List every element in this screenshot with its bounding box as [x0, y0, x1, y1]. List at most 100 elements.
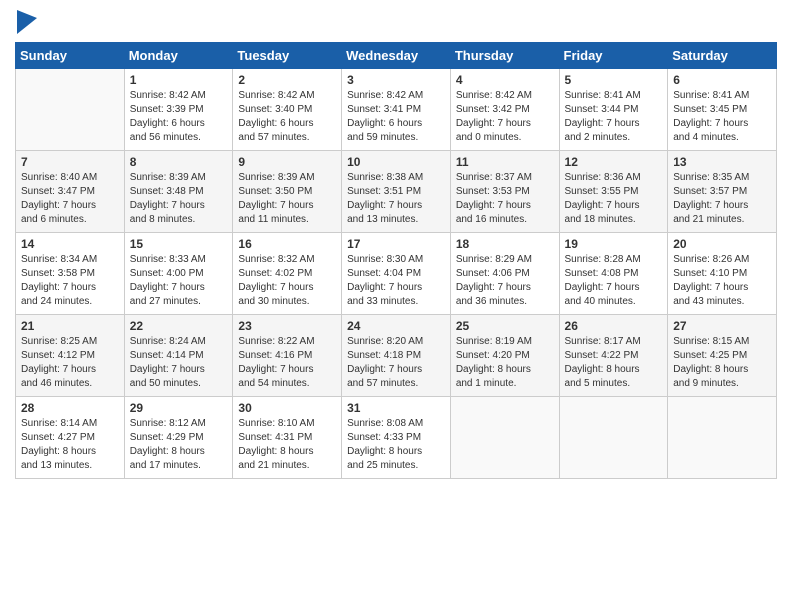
day-number: 8	[130, 155, 228, 169]
day-info: Sunrise: 8:35 AM Sunset: 3:57 PM Dayligh…	[673, 171, 771, 227]
header	[15, 10, 777, 34]
day-info: Sunrise: 8:34 AM Sunset: 3:58 PM Dayligh…	[21, 253, 119, 309]
calendar-cell: 23Sunrise: 8:22 AM Sunset: 4:16 PM Dayli…	[233, 315, 342, 397]
calendar-cell: 6 Sunrise: 8:41 AM Sunset: 3:45 PM Daylig…	[668, 69, 777, 151]
day-number: 15	[130, 237, 228, 251]
day-info: Sunrise: 8:42 AM Sunset: 3:41 PM Dayligh…	[347, 89, 445, 145]
day-number: 24	[347, 319, 445, 333]
day-number: 29	[130, 401, 228, 415]
day-header-sunday: Sunday	[16, 43, 125, 69]
calendar-cell: 5 Sunrise: 8:41 AM Sunset: 3:44 PM Daylig…	[559, 69, 668, 151]
day-info: Sunrise: 8:17 AM Sunset: 4:22 PM Dayligh…	[565, 335, 663, 391]
header-row: SundayMondayTuesdayWednesdayThursdayFrid…	[16, 43, 777, 69]
day-info: Sunrise: 8:39 AM Sunset: 3:50 PM Dayligh…	[238, 171, 336, 227]
day-number: 2	[238, 73, 336, 87]
day-number: 26	[565, 319, 663, 333]
day-info: Sunrise: 8:29 AM Sunset: 4:06 PM Dayligh…	[456, 253, 554, 309]
day-info: Sunrise: 8:30 AM Sunset: 4:04 PM Dayligh…	[347, 253, 445, 309]
day-number: 13	[673, 155, 771, 169]
day-info: Sunrise: 8:22 AM Sunset: 4:16 PM Dayligh…	[238, 335, 336, 391]
day-number: 22	[130, 319, 228, 333]
day-info: Sunrise: 8:42 AM Sunset: 3:40 PM Dayligh…	[238, 89, 336, 145]
day-number: 3	[347, 73, 445, 87]
calendar-cell: 22 Sunrise: 8:24 AM Sunset: 4:14 PM Dayli…	[124, 315, 233, 397]
day-number: 17	[347, 237, 445, 251]
day-header-friday: Friday	[559, 43, 668, 69]
day-header-monday: Monday	[124, 43, 233, 69]
day-number: 28	[21, 401, 119, 415]
day-number: 14	[21, 237, 119, 251]
day-info: Sunrise: 8:12 AM Sunset: 4:29 PM Dayligh…	[130, 417, 228, 473]
calendar-cell: 12 Sunrise: 8:36 AM Sunset: 3:55 PM Dayli…	[559, 151, 668, 233]
day-number: 18	[456, 237, 554, 251]
day-info: Sunrise: 8:33 AM Sunset: 4:00 PM Dayligh…	[130, 253, 228, 309]
day-number: 4	[456, 73, 554, 87]
calendar-cell	[668, 397, 777, 479]
calendar-cell: 15 Sunrise: 8:33 AM Sunset: 4:00 PM Dayli…	[124, 233, 233, 315]
calendar-table: SundayMondayTuesdayWednesdayThursdayFrid…	[15, 42, 777, 479]
calendar-cell: 17 Sunrise: 8:30 AM Sunset: 4:04 PM Dayli…	[342, 233, 451, 315]
logo-icon	[17, 10, 37, 34]
day-info: Sunrise: 8:37 AM Sunset: 3:53 PM Dayligh…	[456, 171, 554, 227]
calendar-cell	[559, 397, 668, 479]
calendar-cell: 20 Sunrise: 8:26 AM Sunset: 4:10 PM Dayli…	[668, 233, 777, 315]
week-row-3: 14 Sunrise: 8:34 AM Sunset: 3:58 PM Dayli…	[16, 233, 777, 315]
week-row-2: 7Sunrise: 8:40 AM Sunset: 3:47 PM Daylig…	[16, 151, 777, 233]
day-number: 16	[238, 237, 336, 251]
page-container: SundayMondayTuesdayWednesdayThursdayFrid…	[0, 0, 792, 489]
calendar-cell: 21Sunrise: 8:25 AM Sunset: 4:12 PM Dayli…	[16, 315, 125, 397]
day-header-tuesday: Tuesday	[233, 43, 342, 69]
day-info: Sunrise: 8:42 AM Sunset: 3:39 PM Dayligh…	[130, 89, 228, 145]
day-number: 11	[456, 155, 554, 169]
calendar-cell: 9Sunrise: 8:39 AM Sunset: 3:50 PM Daylig…	[233, 151, 342, 233]
calendar-cell: 29 Sunrise: 8:12 AM Sunset: 4:29 PM Dayli…	[124, 397, 233, 479]
day-number: 21	[21, 319, 119, 333]
calendar-cell	[450, 397, 559, 479]
day-header-wednesday: Wednesday	[342, 43, 451, 69]
day-info: Sunrise: 8:24 AM Sunset: 4:14 PM Dayligh…	[130, 335, 228, 391]
calendar-cell: 27 Sunrise: 8:15 AM Sunset: 4:25 PM Dayli…	[668, 315, 777, 397]
day-info: Sunrise: 8:26 AM Sunset: 4:10 PM Dayligh…	[673, 253, 771, 309]
calendar-cell: 14 Sunrise: 8:34 AM Sunset: 3:58 PM Dayli…	[16, 233, 125, 315]
calendar-cell: 1 Sunrise: 8:42 AM Sunset: 3:39 PM Daylig…	[124, 69, 233, 151]
day-number: 30	[238, 401, 336, 415]
week-row-1: 1 Sunrise: 8:42 AM Sunset: 3:39 PM Daylig…	[16, 69, 777, 151]
day-info: Sunrise: 8:39 AM Sunset: 3:48 PM Dayligh…	[130, 171, 228, 227]
calendar-cell: 13 Sunrise: 8:35 AM Sunset: 3:57 PM Dayli…	[668, 151, 777, 233]
day-number: 20	[673, 237, 771, 251]
day-number: 1	[130, 73, 228, 87]
calendar-cell: 25Sunrise: 8:19 AM Sunset: 4:20 PM Dayli…	[450, 315, 559, 397]
day-number: 5	[565, 73, 663, 87]
day-info: Sunrise: 8:15 AM Sunset: 4:25 PM Dayligh…	[673, 335, 771, 391]
day-info: Sunrise: 8:40 AM Sunset: 3:47 PM Dayligh…	[21, 171, 119, 227]
day-number: 19	[565, 237, 663, 251]
calendar-cell	[16, 69, 125, 151]
day-number: 6	[673, 73, 771, 87]
calendar-cell: 10 Sunrise: 8:38 AM Sunset: 3:51 PM Dayli…	[342, 151, 451, 233]
day-header-saturday: Saturday	[668, 43, 777, 69]
day-info: Sunrise: 8:36 AM Sunset: 3:55 PM Dayligh…	[565, 171, 663, 227]
day-header-thursday: Thursday	[450, 43, 559, 69]
calendar-cell: 11 Sunrise: 8:37 AM Sunset: 3:53 PM Dayli…	[450, 151, 559, 233]
day-info: Sunrise: 8:41 AM Sunset: 3:44 PM Dayligh…	[565, 89, 663, 145]
day-info: Sunrise: 8:41 AM Sunset: 3:45 PM Dayligh…	[673, 89, 771, 145]
day-info: Sunrise: 8:32 AM Sunset: 4:02 PM Dayligh…	[238, 253, 336, 309]
day-number: 12	[565, 155, 663, 169]
calendar-cell: 7Sunrise: 8:40 AM Sunset: 3:47 PM Daylig…	[16, 151, 125, 233]
day-number: 31	[347, 401, 445, 415]
day-number: 25	[456, 319, 554, 333]
calendar-cell: 3 Sunrise: 8:42 AM Sunset: 3:41 PM Daylig…	[342, 69, 451, 151]
day-number: 10	[347, 155, 445, 169]
day-info: Sunrise: 8:38 AM Sunset: 3:51 PM Dayligh…	[347, 171, 445, 227]
calendar-cell: 4Sunrise: 8:42 AM Sunset: 3:42 PM Daylig…	[450, 69, 559, 151]
calendar-cell: 24 Sunrise: 8:20 AM Sunset: 4:18 PM Dayli…	[342, 315, 451, 397]
week-row-4: 21Sunrise: 8:25 AM Sunset: 4:12 PM Dayli…	[16, 315, 777, 397]
calendar-cell: 30 Sunrise: 8:10 AM Sunset: 4:31 PM Dayli…	[233, 397, 342, 479]
week-row-5: 28Sunrise: 8:14 AM Sunset: 4:27 PM Dayli…	[16, 397, 777, 479]
calendar-cell: 26 Sunrise: 8:17 AM Sunset: 4:22 PM Dayli…	[559, 315, 668, 397]
calendar-cell: 2 Sunrise: 8:42 AM Sunset: 3:40 PM Daylig…	[233, 69, 342, 151]
day-info: Sunrise: 8:10 AM Sunset: 4:31 PM Dayligh…	[238, 417, 336, 473]
day-number: 27	[673, 319, 771, 333]
day-info: Sunrise: 8:08 AM Sunset: 4:33 PM Dayligh…	[347, 417, 445, 473]
day-info: Sunrise: 8:20 AM Sunset: 4:18 PM Dayligh…	[347, 335, 445, 391]
